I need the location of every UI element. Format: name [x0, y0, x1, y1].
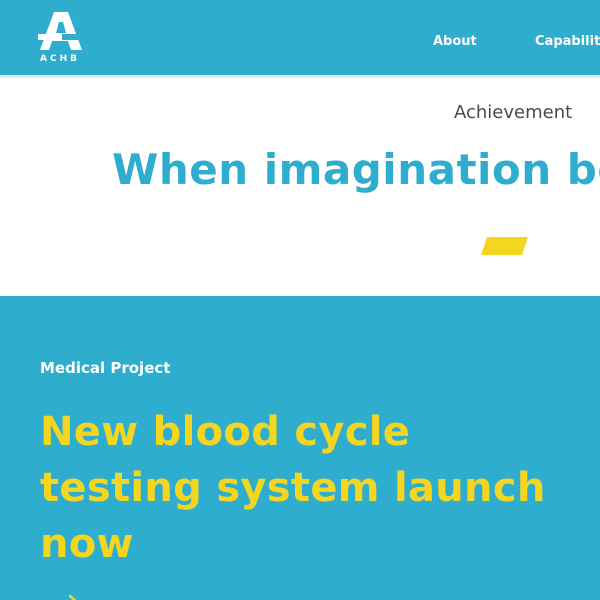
- project-title-line: New blood cycle: [40, 409, 411, 455]
- hero-title: When imagination be: [112, 145, 600, 194]
- nav-about-link[interactable]: About: [433, 34, 477, 49]
- project-section: Medical Project New blood cycle testing …: [0, 296, 600, 600]
- project-title[interactable]: New blood cycle testing system launch no…: [40, 404, 580, 600]
- project-title-last-line: now: [40, 516, 580, 600]
- site-header: ACHB About Capability: [0, 0, 600, 75]
- hero-label: Achievement: [454, 102, 573, 123]
- page: ACHB About Capability Achievement When i…: [0, 0, 600, 600]
- project-title-line: testing system launch: [40, 465, 546, 511]
- hero-section: Achievement When imagination be: [0, 78, 600, 296]
- project-title-line: now: [40, 521, 134, 567]
- yellow-accent-bar: [481, 237, 528, 255]
- project-category-label: Medical Project: [40, 359, 171, 377]
- nav-capability-link[interactable]: Capability: [535, 34, 600, 49]
- logo-text: ACHB: [40, 54, 80, 64]
- arrow-right-icon[interactable]: [58, 572, 580, 600]
